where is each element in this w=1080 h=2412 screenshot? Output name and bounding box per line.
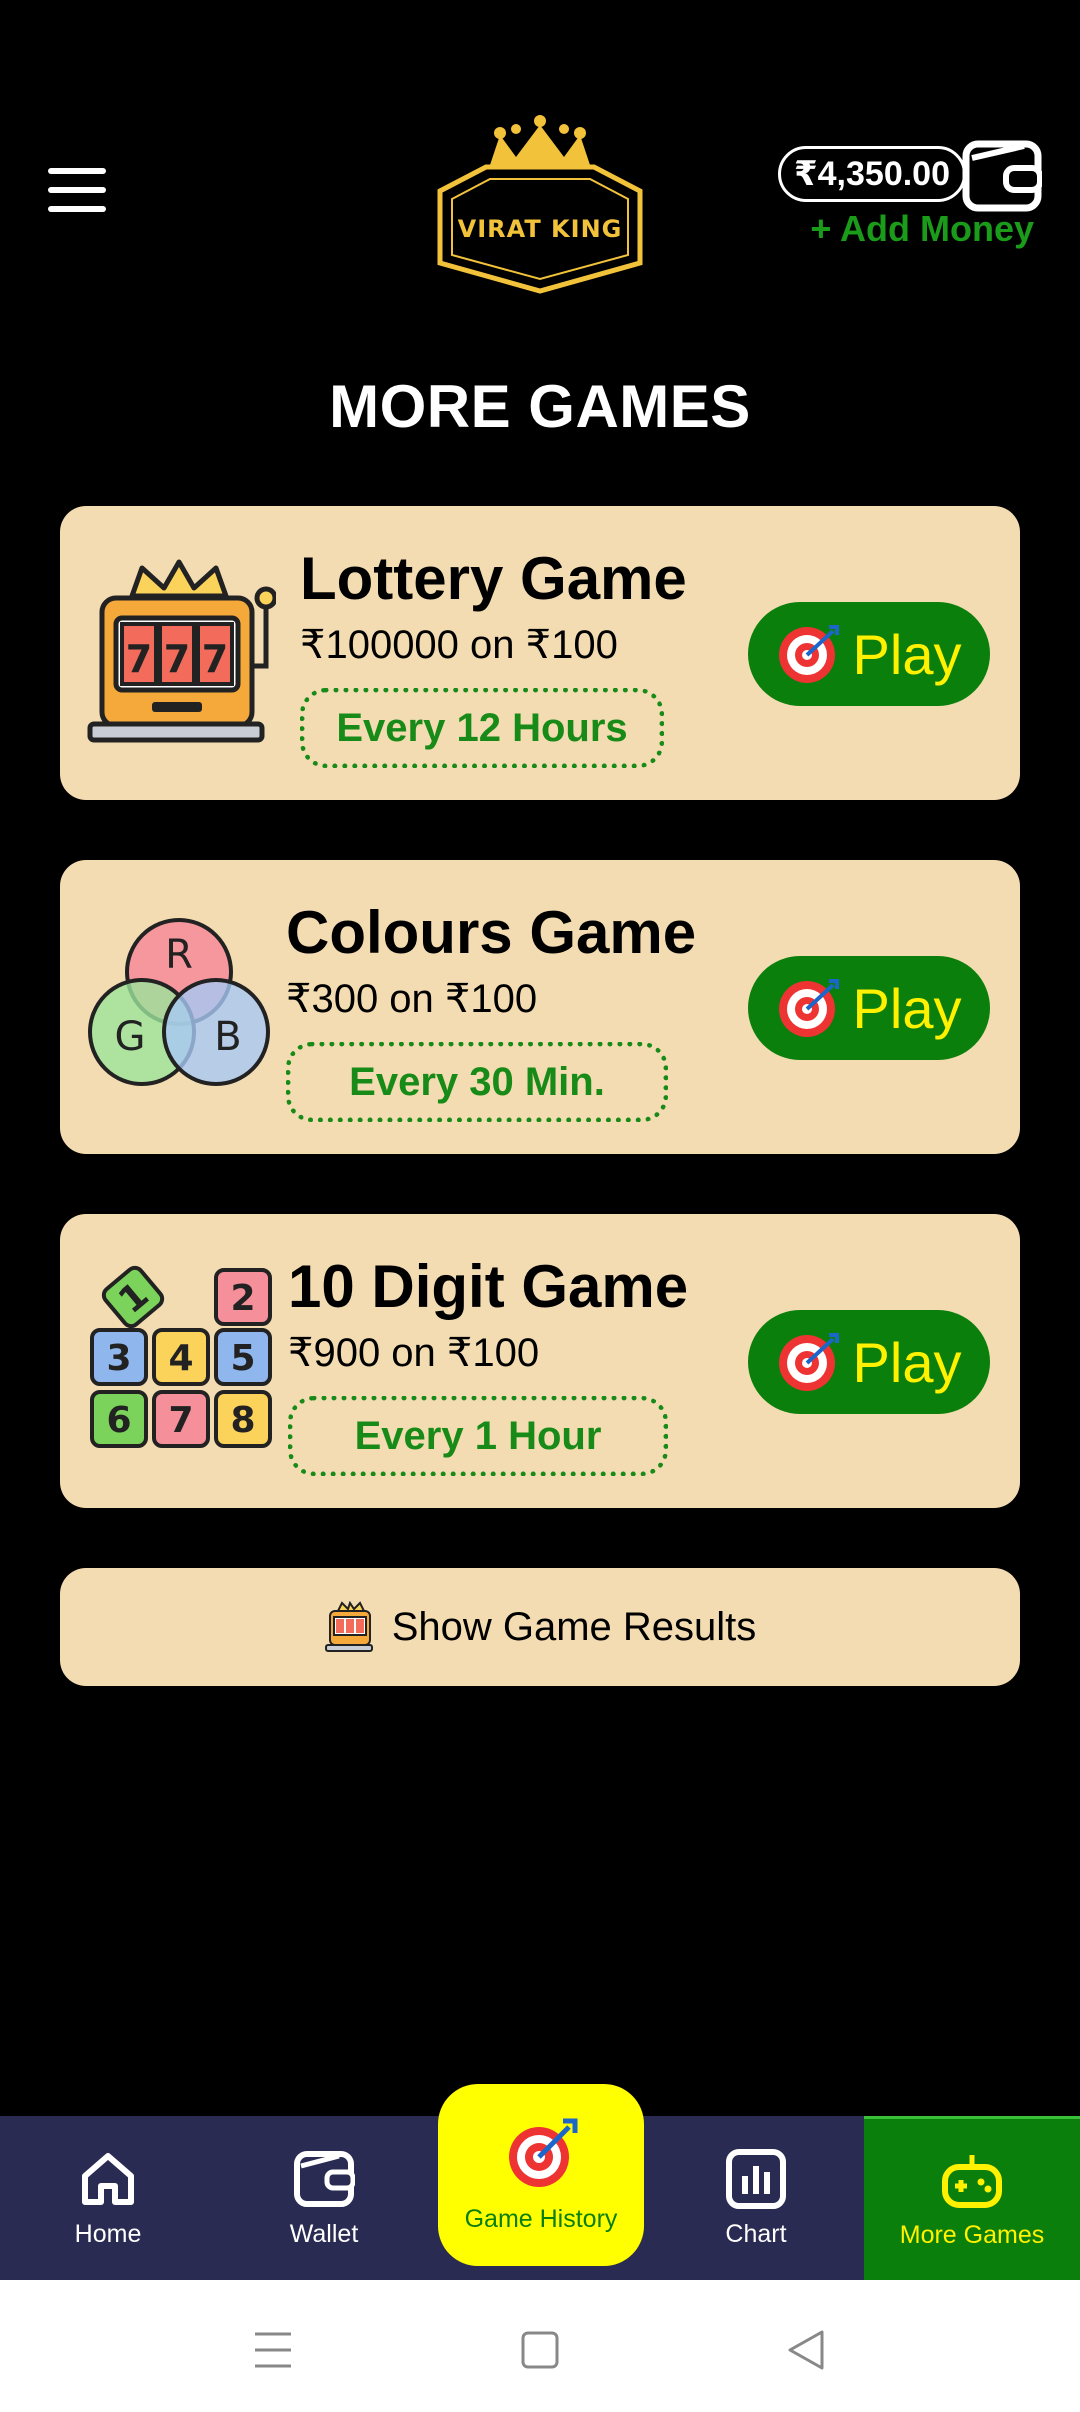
show-game-results-button[interactable]: Show Game Results [60, 1568, 1020, 1686]
back-icon[interactable] [776, 2320, 836, 2380]
game-prize: ₹300 on ₹100 [286, 977, 538, 1021]
recent-apps-icon[interactable] [243, 2320, 303, 2380]
balance-area: ₹4,350.00 + Add Money [778, 140, 1048, 250]
nav-game-history[interactable]: Game History [438, 2084, 644, 2266]
nav-chart-label: Chart [725, 2219, 787, 2248]
wallet-icon [294, 2150, 355, 2207]
game-frequency: Every 30 Min. [286, 1042, 668, 1122]
wallet-icon[interactable] [962, 140, 1042, 212]
virat-king-logo: VIRAT KING [437, 115, 643, 294]
svg-text:B: B [214, 1014, 241, 1060]
nav-home[interactable]: Home [0, 2116, 216, 2280]
home-system-icon[interactable] [510, 2320, 570, 2380]
play-colours-button[interactable]: Play [748, 956, 990, 1060]
play-lottery-button[interactable]: Play [748, 602, 990, 706]
number-blocks-icon: 1 2 3 4 5 6 7 8 [90, 1265, 272, 1448]
svg-text:7: 7 [202, 637, 228, 681]
svg-text:G: G [115, 1014, 146, 1060]
slot-machine-icon: 7 7 7 [87, 559, 276, 743]
play-label: Play [852, 622, 962, 686]
system-navigation-bar [0, 2280, 1080, 2412]
nav-more-games[interactable]: More Games [864, 2116, 1080, 2280]
svg-text:5: 5 [230, 1338, 255, 1379]
nav-home-label: Home [74, 2219, 142, 2248]
game-name: 10 Digit Game [288, 1253, 689, 1320]
target-icon [778, 979, 839, 1037]
nav-more-games-label: More Games [899, 2221, 1045, 2249]
gamepad-icon [942, 2155, 1002, 2208]
nav-chart[interactable]: Chart [648, 2116, 864, 2280]
nav-wallet-label: Wallet [289, 2219, 359, 2248]
home-icon [82, 2152, 134, 2205]
rgb-circles-icon: R G B [88, 918, 270, 1086]
game-name: Colours Game [286, 899, 697, 966]
add-money-link[interactable]: + Add Money [810, 208, 1034, 250]
svg-text:3: 3 [106, 1338, 131, 1379]
svg-text:2: 2 [230, 1278, 255, 1319]
svg-text:6: 6 [106, 1400, 131, 1441]
svg-text:8: 8 [230, 1400, 255, 1441]
slot-machine-icon [324, 1601, 373, 1652]
lottery-game-card: 7 7 7 Lottery Game ₹100000 on ₹100 Every… [60, 506, 1020, 800]
svg-text:R: R [165, 932, 193, 978]
target-icon [778, 1333, 839, 1391]
game-frequency: Every 1 Hour [288, 1396, 668, 1476]
svg-text:7: 7 [126, 637, 152, 681]
target-icon [509, 2118, 578, 2187]
play-ten-digit-button[interactable]: Play [748, 1310, 990, 1414]
hamburger-menu-icon[interactable] [48, 168, 106, 212]
svg-text:7: 7 [164, 637, 190, 681]
game-frequency: Every 12 Hours [300, 688, 664, 768]
colours-game-card: R G B Colours Game ₹300 on ₹100 Every 30… [60, 860, 1020, 1154]
game-name: Lottery Game [300, 545, 687, 612]
chart-icon [726, 2148, 786, 2209]
nav-wallet[interactable]: Wallet [216, 2116, 432, 2280]
show-results-label: Show Game Results [391, 1604, 757, 1649]
play-label: Play [852, 976, 962, 1040]
nav-game-history-label: Game History [464, 2204, 618, 2233]
logo-text: VIRAT KING [458, 215, 623, 243]
play-label: Play [852, 1330, 962, 1394]
game-prize: ₹100000 on ₹100 [300, 623, 618, 667]
svg-text:7: 7 [168, 1400, 193, 1441]
game-prize: ₹900 on ₹100 [288, 1331, 540, 1375]
svg-text:4: 4 [168, 1338, 193, 1379]
ten-digit-game-card: 1 2 3 4 5 6 7 8 10 Digit Game ₹900 on ₹1… [60, 1214, 1020, 1508]
wallet-balance: ₹4,350.00 [778, 146, 966, 202]
target-icon [778, 625, 839, 683]
page-title: MORE GAMES [329, 373, 751, 440]
